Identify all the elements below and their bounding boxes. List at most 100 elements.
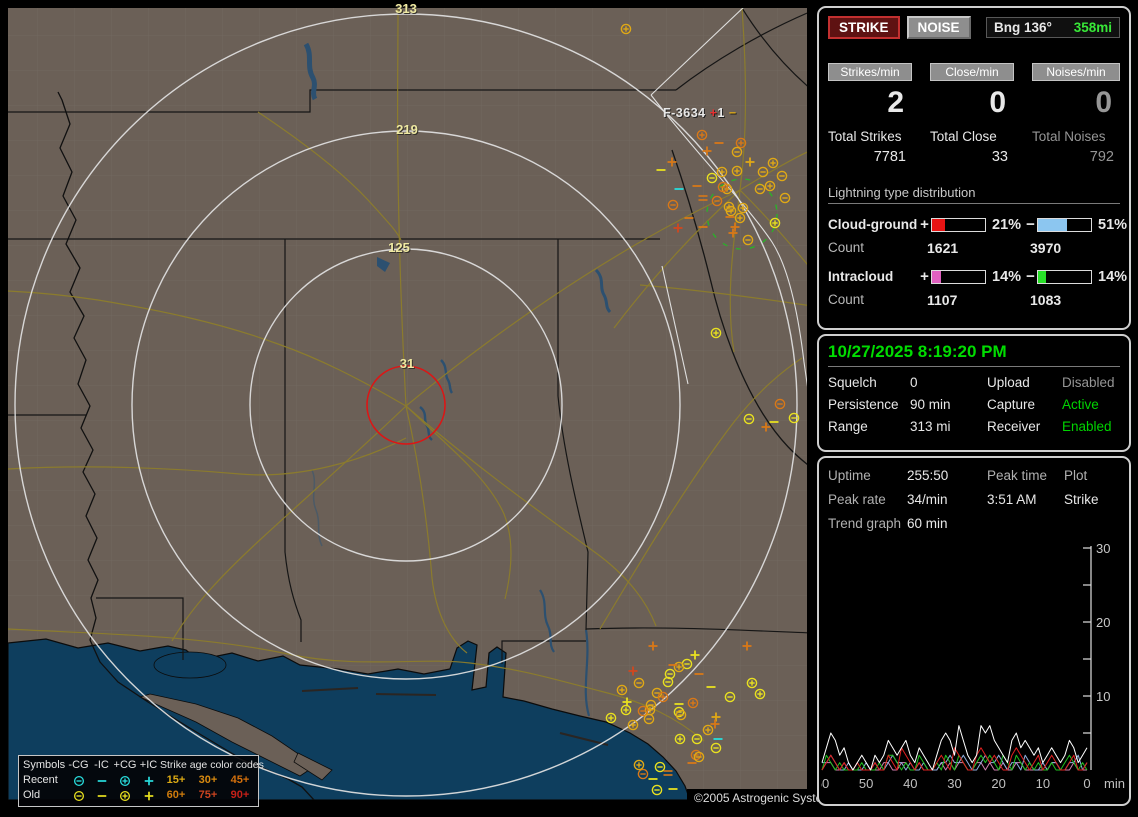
ic-neg-count: 1083: [1030, 292, 1062, 308]
trend-graph-span: 60 min: [907, 516, 948, 531]
cg-pos-sign: +: [920, 216, 929, 233]
receiver-status: Enabled: [1062, 419, 1112, 434]
total-noises-label: Total Noises: [1032, 129, 1106, 144]
legend-col-pos-ic: +IC: [139, 759, 158, 771]
svg-text:0: 0: [1083, 776, 1090, 791]
legend-age-45: 45+: [230, 774, 250, 786]
legend-row-recent-label: Recent: [23, 774, 58, 786]
legend-recent-cg-neg-icon: [67, 773, 90, 788]
peak-time-value: 3:51 AM: [987, 492, 1037, 507]
capture-label: Capture: [987, 397, 1036, 412]
legend-age-15: 15+: [166, 774, 186, 786]
cloud-ground-label: Cloud-ground: [828, 217, 918, 232]
trend-graph: 10 20 30 60 50 40 30 20 10 0 min: [821, 542, 1125, 791]
svg-text:30: 30: [1096, 542, 1110, 556]
lake-pontchartrain: [153, 651, 227, 679]
bearing-readout: Bng 136° 358mi: [986, 17, 1120, 38]
svg-text:20: 20: [991, 776, 1005, 791]
legend-col-neg-ic: -IC: [94, 759, 109, 771]
plot-mode-value: Strike: [1064, 492, 1099, 507]
upload-status: Disabled: [1062, 375, 1115, 390]
svg-text:50: 50: [859, 776, 873, 791]
ic-pos-sign: +: [920, 268, 929, 285]
persistence-value: 90 min: [910, 397, 951, 412]
uptime-label: Uptime: [828, 468, 871, 483]
total-close-label: Total Close: [930, 129, 997, 144]
svg-text:10: 10: [1096, 689, 1110, 704]
close-per-min-badge: Close/min: [930, 63, 1014, 81]
svg-text:30: 30: [947, 776, 961, 791]
map-canvas[interactable]: [0, 0, 815, 812]
svg-text:40: 40: [903, 776, 917, 791]
trend-panel: Uptime 255:50 Peak time Plot Peak rate 3…: [817, 456, 1131, 806]
cg-neg-sign: −: [1026, 216, 1035, 233]
legend-recent-ic-neg-icon: [90, 773, 113, 788]
svg-text:60: 60: [821, 776, 829, 791]
cg-pos-bar: [931, 217, 986, 232]
svg-text:10: 10: [1036, 776, 1050, 791]
persistence-label: Persistence: [828, 397, 899, 412]
legend-old-cg-pos-icon: [113, 788, 137, 803]
cg-neg-bar: [1037, 217, 1092, 232]
trend-graph-label: Trend graph: [828, 516, 902, 531]
peak-rate-label: Peak rate: [828, 492, 886, 507]
legend-col-pos-cg: +CG: [113, 759, 137, 771]
uptime-value: 255:50: [907, 468, 949, 483]
legend-age-75: 75+: [198, 789, 218, 801]
cg-neg-pct: 51%: [1098, 216, 1128, 233]
squelch-label: Squelch: [828, 375, 877, 390]
plot-label: Plot: [1064, 468, 1088, 483]
squelch-value: 0: [910, 375, 918, 390]
range-label: Range: [828, 419, 868, 434]
total-strikes-label: Total Strikes: [828, 129, 902, 144]
datetime-display: 10/27/2025 8:19:20 PM: [828, 342, 1120, 367]
svg-text:min: min: [1104, 776, 1125, 791]
legend-age-30: 30+: [198, 774, 218, 786]
cg-pos-pct: 21%: [992, 216, 1022, 233]
ic-neg-bar: [1037, 269, 1092, 284]
legend-row-old-label: Old: [23, 789, 41, 801]
legend-old-cg-neg-icon: [67, 788, 90, 803]
bearing-distance: 358mi: [1073, 20, 1112, 35]
strike-button[interactable]: STRIKE: [828, 16, 900, 39]
legend-symbols-header: Symbols: [23, 759, 66, 771]
svg-text:20: 20: [1096, 615, 1110, 630]
range-value: 313 mi: [910, 419, 951, 434]
cg-count-label: Count: [828, 240, 865, 255]
capture-status: Active: [1062, 397, 1099, 412]
ic-pos-bar: [931, 269, 986, 284]
legend-age-title: Strike age color codes: [160, 759, 264, 771]
legend-recent-ic-pos-icon: [137, 773, 160, 788]
upload-label: Upload: [987, 375, 1030, 390]
receiver-label: Receiver: [987, 419, 1041, 434]
legend-recent-cg-pos-icon: [113, 773, 137, 788]
ic-neg-pct: 14%: [1098, 268, 1128, 285]
noises-per-min-value: 0: [1095, 86, 1112, 119]
lightning-map[interactable]: 313 219 125 31 F-3634 +1 − Symbols -CG -IC …: [0, 0, 846, 812]
cg-pos-count: 1621: [927, 240, 959, 256]
trend-series-cg_neg: [821, 747, 1088, 771]
legend-age-60: 60+: [166, 789, 186, 801]
ic-pos-pct: 14%: [992, 268, 1022, 285]
total-close-value: 33: [991, 149, 1008, 165]
ic-pos-count: 1107: [927, 292, 958, 308]
noises-per-min-badge: Noises/min: [1032, 63, 1120, 81]
bearing-value: Bng 136°: [994, 20, 1052, 35]
peak-rate-value: 34/min: [907, 492, 948, 507]
intracloud-label: Intracloud: [828, 269, 894, 284]
noise-button[interactable]: NOISE: [906, 16, 971, 39]
total-strikes-value: 7781: [873, 149, 906, 165]
legend-old-ic-neg-icon: [90, 788, 113, 803]
legend-old-ic-pos-icon: [137, 788, 160, 803]
legend-age-90: 90+: [230, 789, 250, 801]
legend-col-neg-cg: -CG: [68, 759, 89, 771]
ic-count-label: Count: [828, 292, 865, 307]
strike-counts-panel: STRIKE NOISE Bng 136° 358mi Strikes/min …: [817, 6, 1131, 330]
close-per-min-value: 0: [989, 86, 1006, 119]
ic-neg-sign: −: [1026, 268, 1035, 285]
peak-time-label: Peak time: [987, 468, 1048, 483]
distribution-title: Lightning type distribution: [828, 185, 1120, 204]
strikes-per-min-badge: Strikes/min: [828, 63, 912, 81]
total-noises-value: 792: [1089, 149, 1114, 165]
cg-neg-count: 3970: [1030, 240, 1062, 256]
